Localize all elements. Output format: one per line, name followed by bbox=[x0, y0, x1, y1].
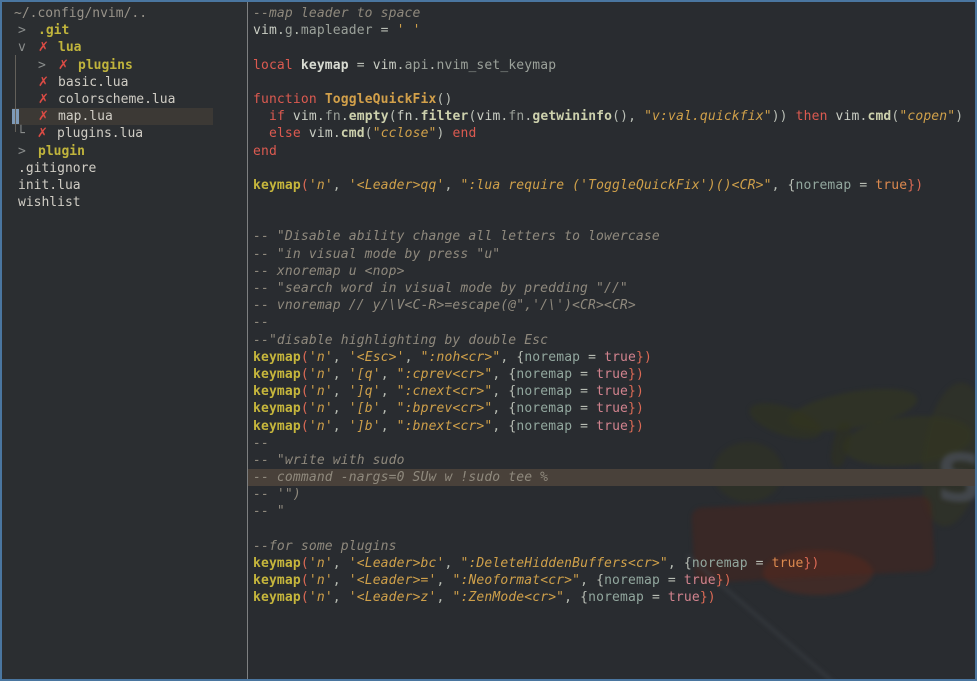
tree-indent-guide bbox=[15, 55, 16, 132]
editor-line[interactable]: else vim.cmd("cclose") end bbox=[248, 125, 975, 142]
tree-item-label: init.lua bbox=[18, 177, 81, 193]
tree-item-basic-lua[interactable]: ✗ basic.lua bbox=[2, 74, 247, 91]
editor-pane[interactable]: S --map leader to spacevim.g.mapleader =… bbox=[248, 2, 975, 679]
editor-line[interactable]: -- bbox=[248, 435, 975, 452]
tree-item-map-lua[interactable]: ✗ map.lua bbox=[2, 108, 247, 126]
tree-item-label: plugin bbox=[38, 143, 85, 159]
editor-line[interactable]: -- " bbox=[248, 503, 975, 520]
tree-item-git[interactable]: > .git bbox=[2, 22, 247, 39]
git-modified-icon: ✗ bbox=[38, 109, 49, 125]
editor-line[interactable]: end bbox=[248, 143, 975, 160]
tree-items: > .git v ✗ lua > ✗ plugins ✗ basic.lua ✗ colorschem… bbox=[2, 22, 247, 211]
editor-line[interactable]: keymap('n', '<Esc>', ":noh<cr>", {norema… bbox=[248, 349, 975, 366]
tree-item-gitignore[interactable]: .gitignore bbox=[2, 160, 247, 177]
tree-collapsed-icon: > bbox=[38, 57, 46, 73]
editor-line[interactable]: keymap('n', '<Leader>bc', ":DeleteHidden… bbox=[248, 555, 975, 572]
editor-line[interactable]: -- xnoremap u <nop> bbox=[248, 263, 975, 280]
git-modified-icon: ✗ bbox=[37, 126, 48, 142]
tree-item-label: basic.lua bbox=[58, 74, 129, 90]
editor-line[interactable]: if vim.fn.empty(fn.filter(vim.fn.getwini… bbox=[248, 108, 975, 125]
editor-line[interactable]: function ToggleQuickFix() bbox=[248, 91, 975, 108]
editor-line[interactable]: keymap('n', '<Leader>=', ":Neoformat<cr>… bbox=[248, 572, 975, 589]
tree-item-wishlist[interactable]: wishlist bbox=[2, 194, 247, 211]
editor-line[interactable] bbox=[248, 521, 975, 538]
editor-line[interactable]: -- vnoremap // y/\V<C-R>=escape(@",'/\')… bbox=[248, 297, 975, 314]
tree-item-plugin[interactable]: > plugin bbox=[2, 143, 247, 160]
tree-corner-icon: └ bbox=[17, 126, 25, 142]
tree-item-label: wishlist bbox=[18, 195, 81, 211]
nvim-window: ~/.config/nvim/.. > .git v ✗ lua > ✗ plugins ✗ ba… bbox=[0, 0, 977, 681]
git-modified-icon: ✗ bbox=[38, 74, 49, 90]
tree-item-label: map.lua bbox=[58, 109, 113, 125]
editor-line[interactable]: -- bbox=[248, 314, 975, 331]
tree-item-label: colorscheme.lua bbox=[58, 91, 176, 107]
editor-line[interactable]: keymap('n', ']q', ":cnext<cr>", {noremap… bbox=[248, 383, 975, 400]
tree-item-label: plugins bbox=[78, 57, 133, 73]
tree-item-plugins[interactable]: > ✗ plugins bbox=[2, 57, 247, 74]
editor-line[interactable]: keymap('n', '<Leader>z', ":ZenMode<cr>",… bbox=[248, 589, 975, 606]
tree-item-label: .git bbox=[38, 23, 70, 39]
editor-line[interactable]: -- "write with sudo bbox=[248, 452, 975, 469]
tree-collapsed-icon: > bbox=[18, 23, 26, 39]
git-modified-icon: ✗ bbox=[58, 57, 69, 73]
editor-line[interactable] bbox=[248, 194, 975, 211]
editor-line[interactable]: keymap('n', '[q', ":cprev<cr>", {noremap… bbox=[248, 366, 975, 383]
editor-line[interactable]: -- '") bbox=[248, 486, 975, 503]
editor-line[interactable]: --"disable highlighting by double Esc bbox=[248, 332, 975, 349]
editor-line[interactable]: -- "Disable ability change all letters t… bbox=[248, 228, 975, 245]
tree-item-plugins-lua[interactable]: └ ✗ plugins.lua bbox=[2, 125, 247, 142]
editor-line[interactable]: -- "in visual mode by press "u" bbox=[248, 246, 975, 263]
editor-line[interactable]: keymap('n', '[b', ":bprev<cr>", {noremap… bbox=[248, 400, 975, 417]
editor-line[interactable]: -- "search word in visual mode by preddi… bbox=[248, 280, 975, 297]
tree-item-colorscheme-lua[interactable]: ✗ colorscheme.lua bbox=[2, 91, 247, 108]
editor-line[interactable] bbox=[248, 39, 975, 56]
editor-line[interactable]: --map leader to space bbox=[248, 5, 975, 22]
editor-line[interactable]: keymap('n', '<Leader>qq', ":lua require … bbox=[248, 177, 975, 194]
editor-line[interactable]: local keymap = vim.api.nvim_set_keymap bbox=[248, 57, 975, 74]
tree-root-path: ~/.config/nvim/.. bbox=[14, 6, 148, 21]
git-modified-icon: ✗ bbox=[38, 40, 49, 56]
editor-line[interactable] bbox=[248, 160, 975, 177]
editor-cursor-line[interactable]: -- command -nargs=0 SUw w !sudo tee % bbox=[248, 469, 975, 487]
editor-line[interactable] bbox=[248, 74, 975, 91]
tree-expanded-icon: v bbox=[18, 40, 26, 56]
tree-item-label: plugins.lua bbox=[57, 126, 144, 142]
tree-item-lua[interactable]: v ✗ lua bbox=[2, 39, 247, 56]
editor-line[interactable]: --for some plugins bbox=[248, 538, 975, 555]
tree-item-label: lua bbox=[58, 40, 82, 56]
tree-item-init-lua[interactable]: init.lua bbox=[2, 177, 247, 194]
git-modified-icon: ✗ bbox=[38, 91, 49, 107]
editor-line[interactable]: vim.g.mapleader = ' ' bbox=[248, 22, 975, 39]
tree-item-label: .gitignore bbox=[18, 160, 97, 176]
file-tree-panel: ~/.config/nvim/.. > .git v ✗ lua > ✗ plugins ✗ ba… bbox=[2, 2, 248, 679]
tree-collapsed-icon: > bbox=[18, 143, 26, 159]
editor-line[interactable]: keymap('n', ']b', ":bnext<cr>", {noremap… bbox=[248, 418, 975, 435]
editor-line[interactable] bbox=[248, 211, 975, 228]
code-buffer: --map leader to space vim.g.mapleader = '… bbox=[248, 5, 975, 607]
